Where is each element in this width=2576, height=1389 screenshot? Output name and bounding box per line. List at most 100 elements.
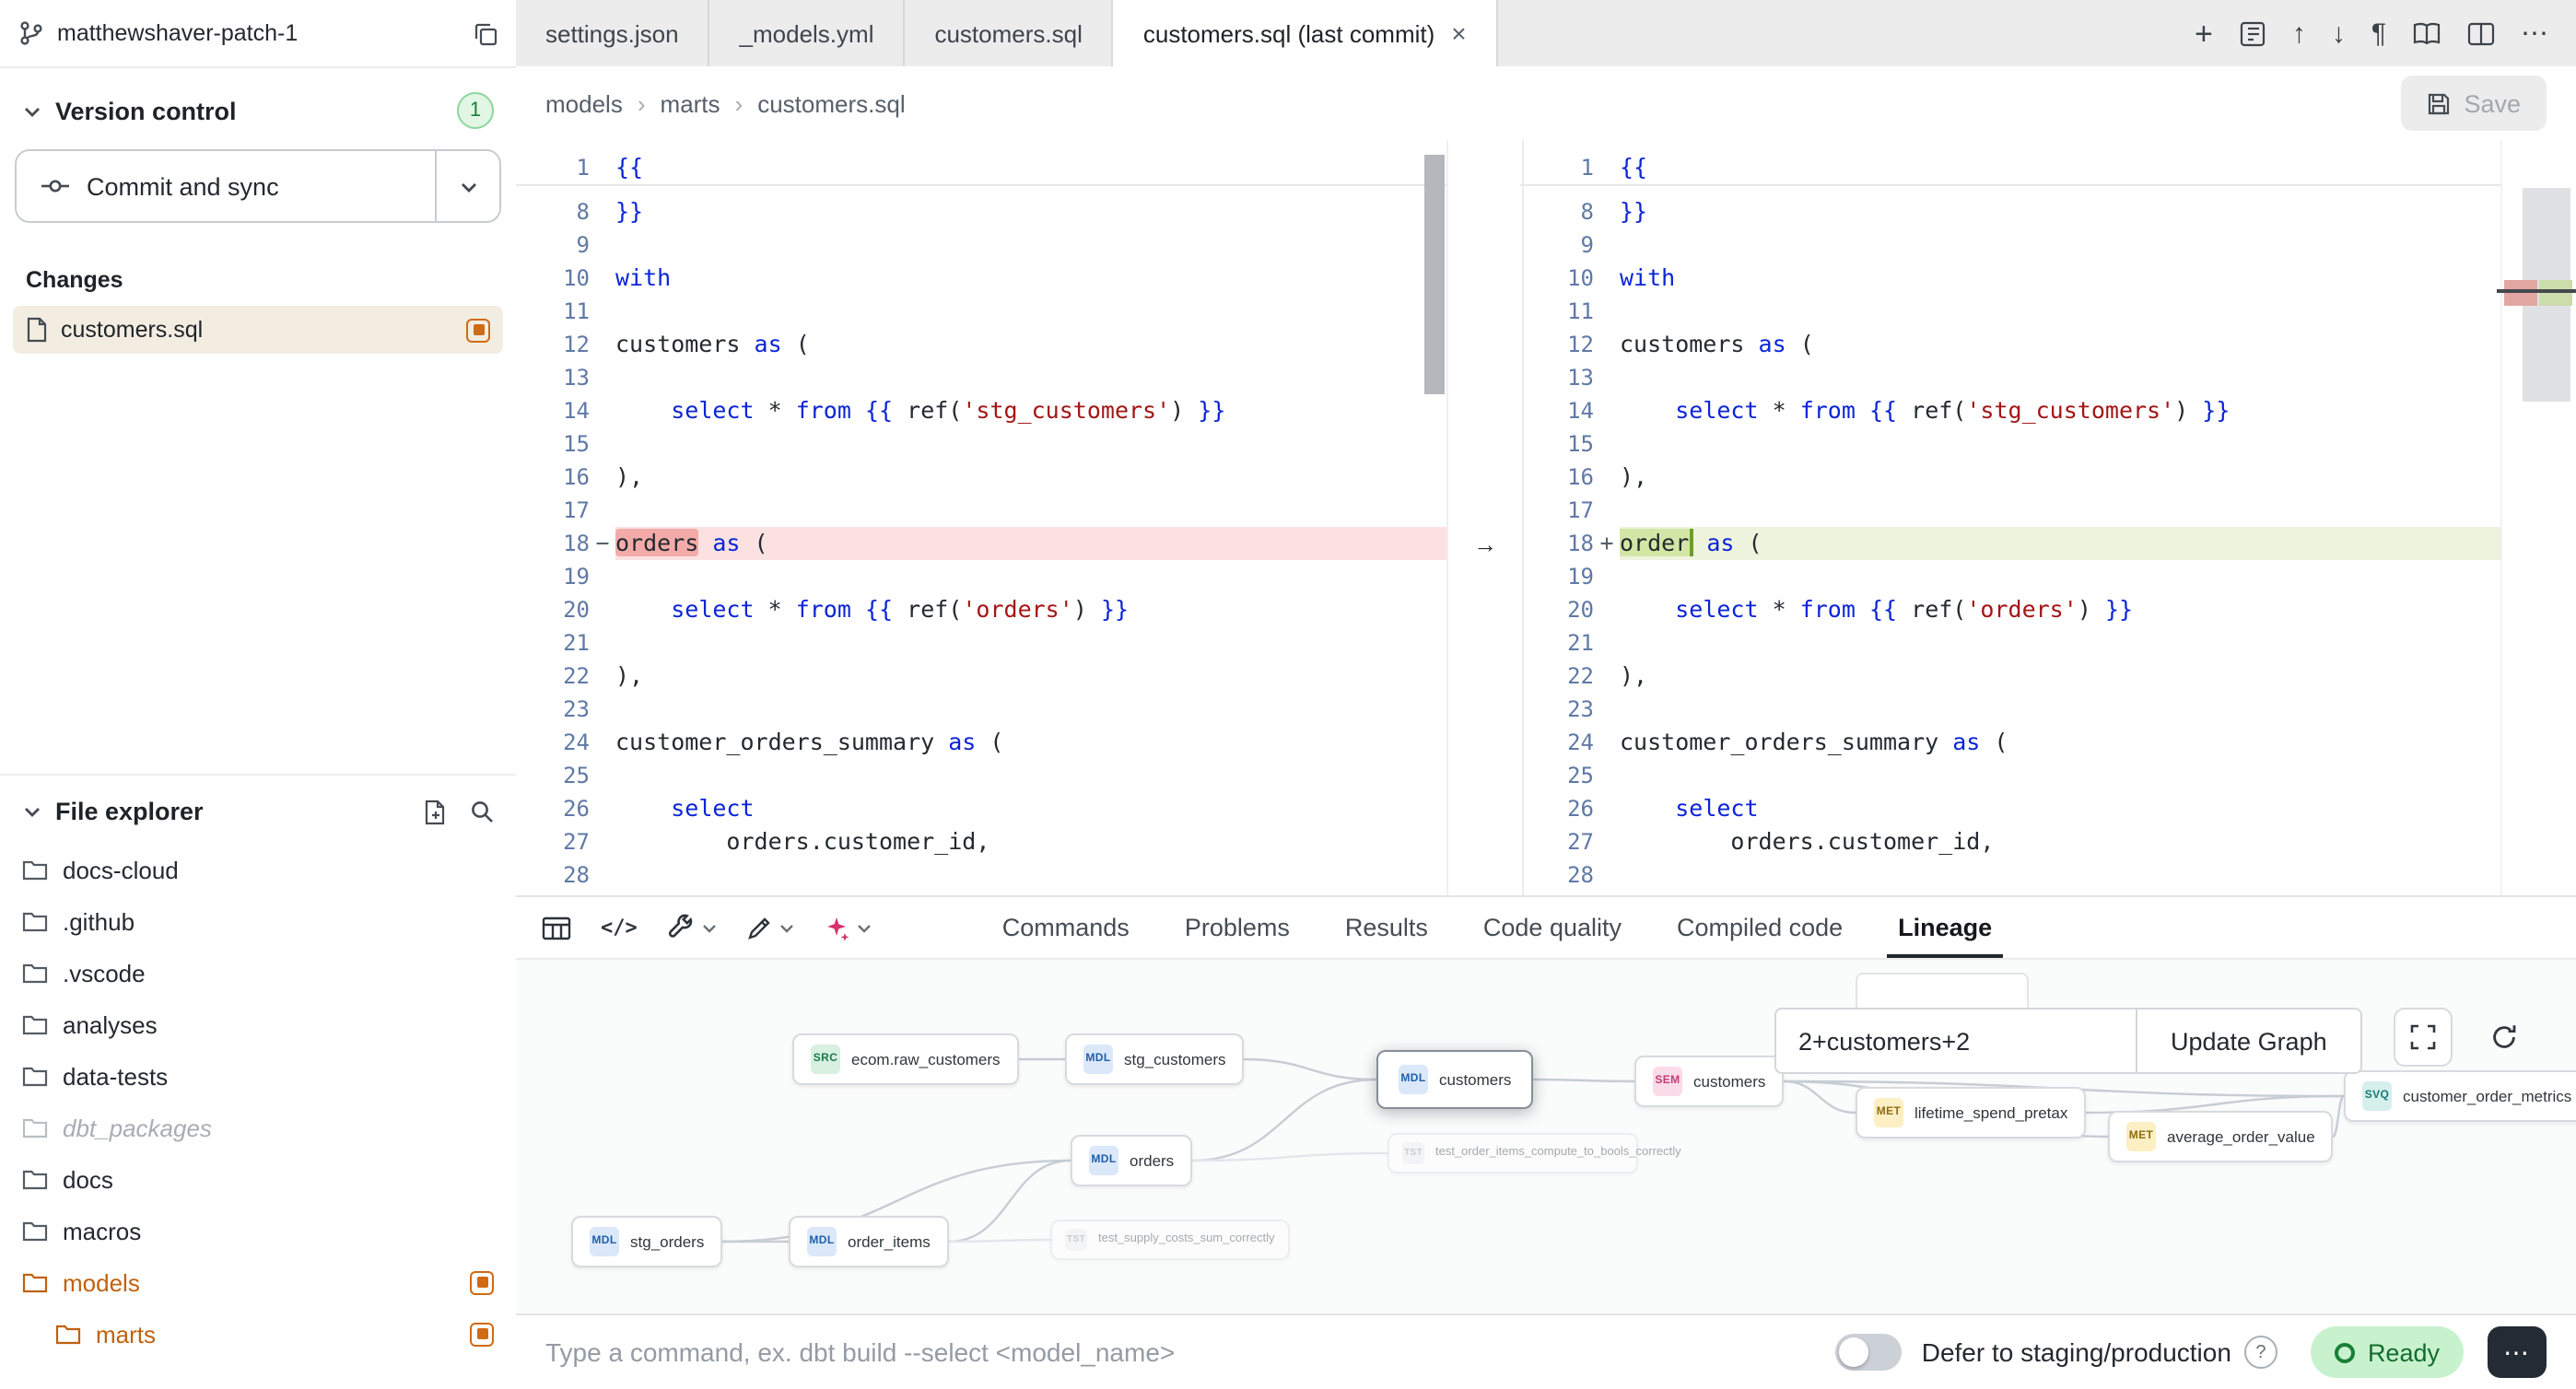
- lineage-node-orders[interactable]: MDLorders: [1071, 1135, 1192, 1186]
- plus-icon[interactable]: +: [2195, 18, 2213, 49]
- code-line: 12customers as (: [516, 328, 1446, 361]
- breadcrumb-models[interactable]: models: [545, 89, 623, 117]
- ai-fix-icon[interactable]: [824, 915, 872, 940]
- build-icon[interactable]: [667, 914, 717, 941]
- command-input[interactable]: Type a command, ex. dbt build --select <…: [545, 1337, 1835, 1367]
- code-line: 22),: [516, 659, 1446, 693]
- minimap[interactable]: [2500, 140, 2576, 895]
- lineage-node-ecom-raw-customers[interactable]: SRCecom.raw_customers: [792, 1033, 1019, 1085]
- lint-icon[interactable]: [746, 915, 794, 940]
- lineage-node-test-supply-costs-sum-correctly[interactable]: TSTtest_supply_costs_sum_correctly: [1050, 1220, 1290, 1260]
- save-button[interactable]: Save: [2401, 76, 2547, 131]
- lineage-canvas[interactable]: SRCecom.raw_customersMDLstg_customersMDL…: [516, 960, 2576, 1315]
- help-icon[interactable]: ?: [2244, 1336, 2277, 1369]
- lineage-node-stg-orders[interactable]: MDLstg_orders: [571, 1216, 722, 1267]
- move-down-icon[interactable]: ↓: [2332, 19, 2346, 47]
- apply-change-arrow[interactable]: →: [1465, 527, 1505, 560]
- lineage-node-average-order-value[interactable]: METaverage_order_value: [2108, 1111, 2334, 1162]
- panel-tab-commands[interactable]: Commands: [975, 897, 1157, 958]
- copy-branch-icon[interactable]: [474, 21, 498, 45]
- tree-item-marts[interactable]: marts: [0, 1308, 516, 1360]
- version-control-header[interactable]: Version control 1: [0, 68, 516, 146]
- tree-item-macros[interactable]: macros: [0, 1205, 516, 1256]
- notebook-icon[interactable]: [2239, 19, 2266, 47]
- modified-badge: [470, 1270, 494, 1294]
- breadcrumb-customers-sql[interactable]: customers.sql: [757, 89, 905, 117]
- changed-file-customers-sql[interactable]: customers.sql: [13, 306, 503, 354]
- tree-item-label: .vscode: [63, 959, 146, 986]
- diff-left-pane[interactable]: 1{{8}}910with1112customers as (1314 sele…: [516, 140, 1446, 895]
- line-number-text: 13: [516, 361, 590, 394]
- tab-customers-sql-last-commit[interactable]: customers.sql (last commit)×: [1114, 0, 1498, 66]
- diff-editor[interactable]: 1{{8}}910with1112customers as (1314 sele…: [516, 140, 2576, 895]
- results-table-icon[interactable]: [542, 915, 571, 940]
- lineage-selector-input[interactable]: 2+customers+2: [1774, 1008, 2136, 1074]
- tree-item-github[interactable]: .github: [0, 895, 516, 947]
- panel-tab-lineage[interactable]: Lineage: [1870, 897, 2020, 958]
- fullscreen-icon[interactable]: [2394, 1008, 2453, 1067]
- lineage-node-customers[interactable]: MDLcustomers: [1376, 1050, 1533, 1109]
- code-icon[interactable]: </>: [601, 916, 638, 940]
- lineage-node-order-items[interactable]: MDLorder_items: [789, 1216, 949, 1267]
- update-graph-button[interactable]: Update Graph: [2136, 1008, 2362, 1074]
- branch-name[interactable]: matthewshaver-patch-1: [57, 20, 461, 46]
- breadcrumb-marts[interactable]: marts: [661, 89, 720, 117]
- line-number-text: 9: [1520, 228, 1594, 262]
- lineage-node-customers[interactable]: SEMcustomers: [1634, 1056, 1784, 1107]
- line-number-text: 8: [516, 195, 590, 228]
- tree-item-models[interactable]: models: [0, 1256, 516, 1308]
- diff-marker: [1594, 494, 1620, 527]
- line-number: 13: [1520, 361, 1620, 394]
- line-number-text: 15: [516, 427, 590, 461]
- line-number: 18+: [1520, 527, 1620, 560]
- node-type-icon: MDL: [590, 1227, 619, 1256]
- tree-item-dbt-packages[interactable]: dbt_packages: [0, 1102, 516, 1153]
- panel-tab-problems[interactable]: Problems: [1157, 897, 1317, 958]
- close-tab-icon[interactable]: ×: [1451, 18, 1466, 48]
- line-number: 26: [516, 792, 615, 825]
- line-number: 1: [516, 151, 615, 184]
- tree-item-data-tests[interactable]: data-tests: [0, 1050, 516, 1102]
- format-icon[interactable]: ¶: [2371, 19, 2386, 47]
- status-ready-badge[interactable]: Ready: [2311, 1326, 2464, 1378]
- diff-marker: [590, 825, 615, 858]
- scrollbar-thumb[interactable]: [1424, 155, 1445, 394]
- status-more-button[interactable]: ⋯: [2488, 1326, 2547, 1378]
- code-text: [1620, 295, 2502, 328]
- tab-customers-sql[interactable]: customers.sql: [905, 0, 1113, 66]
- new-file-icon[interactable]: [424, 799, 448, 824]
- search-icon[interactable]: [470, 799, 494, 824]
- commit-options-caret[interactable]: [435, 151, 499, 221]
- code-text: orders.customer_id,: [615, 825, 1446, 858]
- file-explorer-header[interactable]: File explorer: [0, 776, 516, 844]
- folder-icon: [22, 1013, 48, 1035]
- tab-settings-json[interactable]: settings.json: [516, 0, 710, 66]
- tab-models-yml[interactable]: _models.yml: [710, 0, 906, 66]
- lineage-node-stg-customers[interactable]: MDLstg_customers: [1065, 1033, 1245, 1085]
- refresh-icon[interactable]: [2475, 1008, 2534, 1067]
- move-up-icon[interactable]: ↑: [2292, 19, 2306, 47]
- lineage-node-test-order-items-compute-to-bools-correctly[interactable]: TSTtest_order_items_compute_to_bools_cor…: [1388, 1133, 1638, 1173]
- tree-item-docs-cloud[interactable]: docs-cloud: [0, 844, 516, 895]
- tree-item-docs[interactable]: docs: [0, 1153, 516, 1205]
- node-label: stg_customers: [1124, 1050, 1226, 1068]
- tree-item-vscode[interactable]: .vscode: [0, 947, 516, 998]
- tree-item-label: macros: [63, 1217, 141, 1244]
- more-icon[interactable]: ⋯: [2521, 19, 2548, 47]
- docs-icon[interactable]: [2412, 21, 2441, 45]
- lineage-node-lifetime-spend-pretax[interactable]: METlifetime_spend_pretax: [1856, 1087, 2086, 1138]
- defer-toggle[interactable]: [1835, 1334, 1902, 1371]
- split-editor-icon[interactable]: [2467, 21, 2495, 45]
- lineage-node-customer-order-metrics[interactable]: SVQcustomer_order_metrics: [2344, 1070, 2576, 1122]
- panel-tab-results[interactable]: Results: [1317, 897, 1456, 958]
- panel-tab-code-quality[interactable]: Code quality: [1456, 897, 1649, 958]
- panel-tab-compiled-code[interactable]: Compiled code: [1649, 897, 1870, 958]
- code-text: customers as (: [1620, 328, 2502, 361]
- line-number-text: 20: [516, 593, 590, 626]
- commit-and-sync-action[interactable]: Commit and sync: [17, 151, 435, 221]
- tree-item-analyses[interactable]: analyses: [0, 998, 516, 1050]
- line-number: 17: [1520, 494, 1620, 527]
- diff-right-pane[interactable]: 1{{8}}910with1112customers as (1314 sele…: [1520, 140, 2502, 895]
- diff-marker: [590, 693, 615, 726]
- line-number-text: 28: [1520, 858, 1594, 892]
